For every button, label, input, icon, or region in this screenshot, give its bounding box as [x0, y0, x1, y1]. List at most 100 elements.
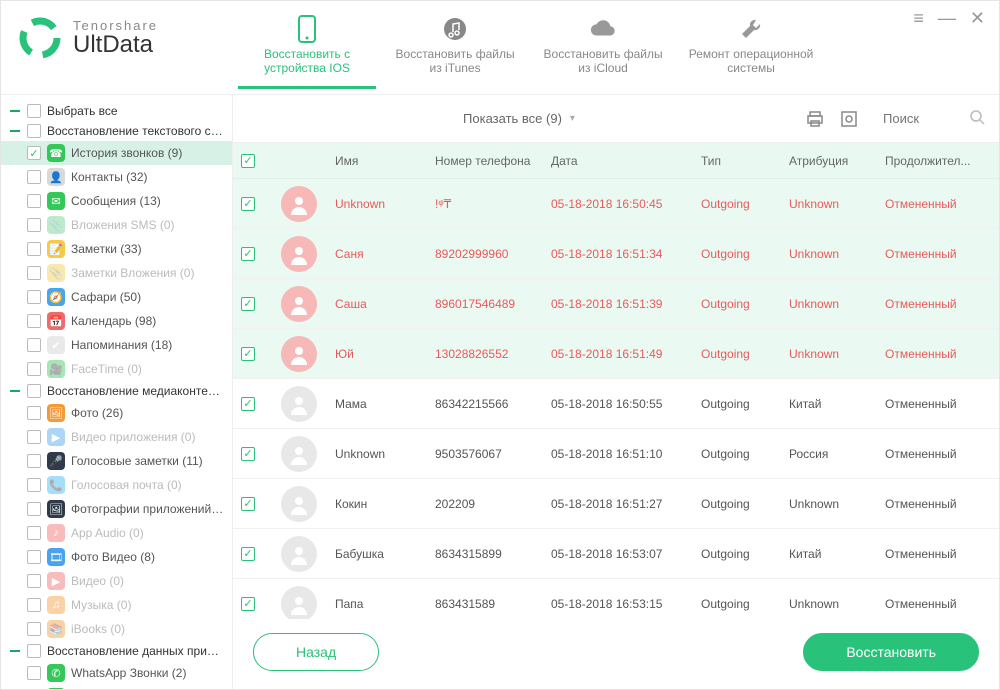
checkbox[interactable] — [27, 266, 41, 280]
print-icon[interactable] — [805, 109, 825, 129]
filter-dropdown[interactable]: Показать все (9) ▾ — [247, 111, 791, 126]
table-row[interactable]: Саня8920299996005-18-2018 16:51:34Outgoi… — [233, 229, 999, 279]
disclosure-icon[interactable] — [9, 105, 21, 117]
sidebar-group[interactable]: Восстановление текстового содержи — [1, 121, 232, 141]
category-icon: ☎ — [47, 144, 65, 162]
sidebar-item[interactable]: ▶Видео приложения (0) — [1, 425, 232, 449]
recover-button[interactable]: Восстановить — [803, 633, 979, 671]
checkbox[interactable] — [27, 146, 41, 160]
disclosure-icon[interactable] — [9, 645, 21, 657]
sidebar-group[interactable]: Выбрать все — [1, 101, 232, 121]
sidebar-item[interactable]: 🧭Сафари (50) — [1, 285, 232, 309]
settings-icon[interactable] — [839, 109, 859, 129]
sidebar-item[interactable]: 📝Заметки (33) — [1, 237, 232, 261]
checkbox[interactable] — [27, 242, 41, 256]
col-phone[interactable]: Номер телефона — [435, 154, 551, 168]
select-all-checkbox[interactable] — [241, 154, 255, 168]
checkbox[interactable] — [27, 194, 41, 208]
sidebar-item[interactable]: 📎Заметки Вложения (0) — [1, 261, 232, 285]
sidebar-item[interactable]: 📞Голосовая почта (0) — [1, 473, 232, 497]
table-row[interactable]: Юй1302882655205-18-2018 16:51:49Outgoing… — [233, 329, 999, 379]
checkbox[interactable] — [27, 406, 41, 420]
row-checkbox[interactable] — [241, 597, 255, 611]
sidebar-item[interactable]: ✔Напоминания (18) — [1, 333, 232, 357]
row-checkbox[interactable] — [241, 197, 255, 211]
checkbox[interactable] — [27, 454, 41, 468]
tab-recover-itunes[interactable]: Восстановить файлы из iTunes — [386, 11, 524, 89]
search-input[interactable] — [883, 111, 943, 126]
sidebar-item[interactable]: 📅Календарь (98) — [1, 309, 232, 333]
sidebar-item[interactable]: ♪App Audio (0) — [1, 521, 232, 545]
disclosure-icon[interactable] — [9, 125, 21, 137]
minimize-icon[interactable]: — — [938, 9, 956, 27]
checkbox[interactable] — [27, 104, 41, 118]
table-row[interactable]: Папа86343158905-18-2018 16:53:15Outgoing… — [233, 579, 999, 619]
checkbox[interactable] — [27, 290, 41, 304]
sidebar-item[interactable]: 🖼Фотографии приложений (24 — [1, 497, 232, 521]
checkbox[interactable] — [27, 218, 41, 232]
checkbox[interactable] — [27, 170, 41, 184]
row-checkbox[interactable] — [241, 447, 255, 461]
close-icon[interactable]: ✕ — [970, 9, 985, 27]
checkbox[interactable] — [27, 502, 41, 516]
table-body[interactable]: Unknown!ᵠ₸05-18-2018 16:50:45OutgoingUnk… — [233, 179, 999, 619]
table-row[interactable]: Unknown!ᵠ₸05-18-2018 16:50:45OutgoingUnk… — [233, 179, 999, 229]
table-row[interactable]: Бабушка863431589905-18-2018 16:53:07Outg… — [233, 529, 999, 579]
search-icon[interactable] — [969, 109, 985, 128]
col-attribution[interactable]: Атрибуция — [789, 154, 885, 168]
table-row[interactable]: Кокин20220905-18-2018 16:51:27OutgoingUn… — [233, 479, 999, 529]
disclosure-icon[interactable] — [9, 385, 21, 397]
checkbox[interactable] — [27, 338, 41, 352]
checkbox[interactable] — [27, 598, 41, 612]
table-row[interactable]: Мама8634221556605-18-2018 16:50:55Outgoi… — [233, 379, 999, 429]
checkbox[interactable] — [27, 550, 41, 564]
tab-recover-ios[interactable]: Восстановить с устройства IOS — [238, 11, 376, 89]
checkbox[interactable] — [27, 478, 41, 492]
sidebar-item[interactable]: ▶Видео (0) — [1, 569, 232, 593]
sidebar-item[interactable]: 📚iBooks (0) — [1, 617, 232, 641]
cell-type: Outgoing — [701, 397, 789, 411]
checkbox[interactable] — [27, 574, 41, 588]
checkbox[interactable] — [27, 644, 41, 658]
checkbox[interactable] — [27, 362, 41, 376]
cell-attribution: Unknown — [789, 347, 885, 361]
checkbox[interactable] — [27, 622, 41, 636]
checkbox[interactable] — [27, 314, 41, 328]
sidebar-item[interactable]: ✉Сообщения (13) — [1, 189, 232, 213]
table-row[interactable]: Unknown950357606705-18-2018 16:51:10Outg… — [233, 429, 999, 479]
sidebar-item[interactable]: 🎥FaceTime (0) — [1, 357, 232, 381]
row-checkbox[interactable] — [241, 347, 255, 361]
row-checkbox[interactable] — [241, 297, 255, 311]
sidebar-group[interactable]: Восстановление медиаконтента — [1, 381, 232, 401]
sidebar-group[interactable]: Восстановление данных приложений — [1, 641, 232, 661]
sidebar-item[interactable]: 👤Контакты (32) — [1, 165, 232, 189]
sidebar-item[interactable]: 📎Вложения SMS (0) — [1, 213, 232, 237]
row-checkbox[interactable] — [241, 547, 255, 561]
col-type[interactable]: Тип — [701, 154, 789, 168]
back-button[interactable]: Назад — [253, 633, 379, 671]
sidebar-item[interactable]: ☎История звонков (9) — [1, 141, 232, 165]
checkbox[interactable] — [27, 124, 41, 138]
row-checkbox[interactable] — [241, 397, 255, 411]
col-duration[interactable]: Продолжител... — [885, 154, 991, 168]
checkbox[interactable] — [27, 384, 41, 398]
sidebar-item[interactable]: ✉Сообщения WhatsApp (3) — [1, 685, 232, 689]
sidebar[interactable]: Выбрать всеВосстановление текстового сод… — [1, 95, 233, 689]
tab-recover-icloud[interactable]: Восстановить файлы из iCloud — [534, 11, 672, 89]
row-checkbox[interactable] — [241, 497, 255, 511]
table-row[interactable]: Саша89601754648905-18-2018 16:51:39Outgo… — [233, 279, 999, 329]
col-name[interactable]: Имя — [335, 154, 435, 168]
sidebar-group-label: Восстановление медиаконтента — [47, 384, 226, 398]
sidebar-item[interactable]: ♫Музыка (0) — [1, 593, 232, 617]
sidebar-item[interactable]: 🎞Фото Видео (8) — [1, 545, 232, 569]
menu-icon[interactable]: ≡ — [913, 9, 924, 27]
sidebar-item[interactable]: ✆WhatsApp Звонки (2) — [1, 661, 232, 685]
checkbox[interactable] — [27, 430, 41, 444]
checkbox[interactable] — [27, 526, 41, 540]
sidebar-item[interactable]: 🖼Фото (26) — [1, 401, 232, 425]
row-checkbox[interactable] — [241, 247, 255, 261]
sidebar-item[interactable]: 🎤Голосовые заметки (11) — [1, 449, 232, 473]
checkbox[interactable] — [27, 666, 41, 680]
col-date[interactable]: Дата — [551, 154, 701, 168]
tab-repair-os[interactable]: Ремонт операционной системы — [682, 11, 820, 89]
